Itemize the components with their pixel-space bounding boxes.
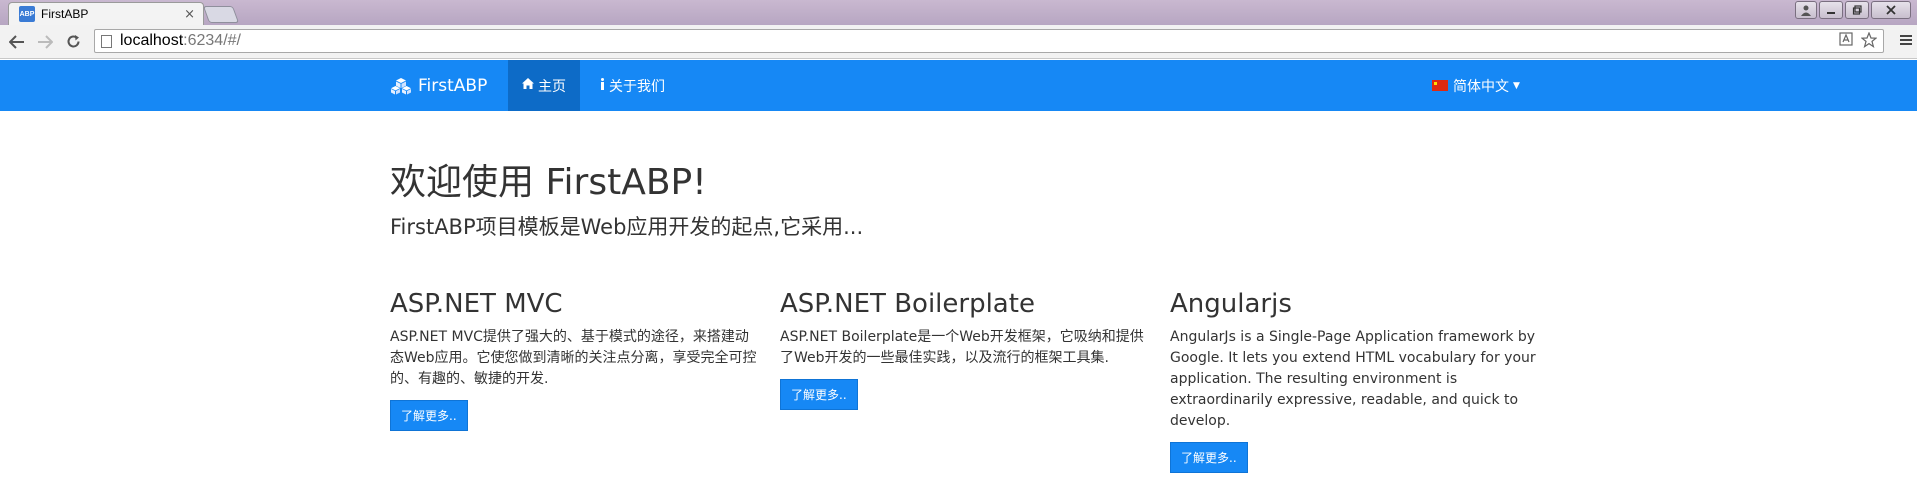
info-icon [600,77,605,94]
menu-icon[interactable] [1899,32,1913,51]
translate-icon[interactable] [1839,32,1853,52]
nav-item-about[interactable]: 关于我们 [586,60,679,111]
cubes-icon [390,77,412,95]
page-subtitle: FirstABP项目模板是Web应用开发的起点,它采用... [390,215,864,239]
column-text: AngularJs is a Single-Page Application f… [1170,329,1536,429]
address-bar[interactable]: localhost :6234/#/ [94,29,1884,53]
user-icon[interactable] [1795,1,1817,19]
column-text: ASP.NET Boilerplate是一个Web开发框架，它吸纳和提供了Web… [780,329,1144,366]
page-title: 欢迎使用 FirstABP! [390,162,707,203]
feature-column-mvc: ASP.NET MVC ASP.NET MVC提供了强大的、基于模式的途径，来搭… [390,287,760,431]
learn-more-button[interactable]: 了解更多.. [780,379,858,410]
language-dropdown[interactable]: 简体中文 ▼ [1432,60,1520,111]
omnibox-actions [1839,31,1878,52]
tab-close-icon[interactable]: × [184,7,195,22]
tab-title: FirstABP [41,7,89,21]
feature-column-boilerplate: ASP.NET Boilerplate ASP.NET Boilerplate是… [780,287,1150,410]
column-title: Angularjs [1170,289,1292,319]
jumbotron: 欢迎使用 FirstABP! FirstABP项目模板是Web应用开发的起点,它… [390,157,863,241]
url-host: localhost [120,32,184,49]
bookmark-star-icon[interactable] [1860,31,1878,52]
column-title: ASP.NET MVC [390,289,563,319]
brand-name: FirstABP [418,75,488,96]
app-navbar: FirstABP 主页 关于我们 简体中文 ▼ [0,60,1917,111]
home-icon [522,78,534,93]
nav-item-home[interactable]: 主页 [508,60,580,111]
column-title: ASP.NET Boilerplate [780,289,1035,319]
browser-tab[interactable]: ABP FirstABP × [8,2,204,25]
browser-toolbar: localhost :6234/#/ [0,25,1917,59]
language-label: 简体中文 [1453,78,1509,95]
caret-down-icon: ▼ [1513,80,1520,91]
feature-column-angularjs: Angularjs AngularJs is a Single-Page App… [1170,287,1540,473]
browser-tabstrip: ABP FirstABP × [0,0,1917,25]
china-flag-icon [1432,80,1448,91]
forward-arrow-icon[interactable] [34,31,56,53]
new-tab-button[interactable] [202,6,240,23]
reload-icon[interactable] [62,31,84,53]
favicon-icon: ABP [19,6,35,22]
minimize-icon[interactable] [1819,1,1843,19]
learn-more-button[interactable]: 了解更多.. [390,400,468,431]
brand-link[interactable]: FirstABP [390,60,487,111]
window-close-icon[interactable] [1871,1,1911,19]
url-path: :6234/#/ [183,32,241,49]
nav-item-label: 关于我们 [609,78,665,95]
window-controls [1795,1,1911,19]
learn-more-button[interactable]: 了解更多.. [1170,442,1248,473]
page-icon [101,34,112,48]
restore-icon[interactable] [1845,1,1869,19]
nav-item-label: 主页 [538,78,566,95]
column-text: ASP.NET MVC提供了强大的、基于模式的途径，来搭建动态Web应用。它使您… [390,329,757,387]
back-arrow-icon[interactable] [6,31,28,53]
